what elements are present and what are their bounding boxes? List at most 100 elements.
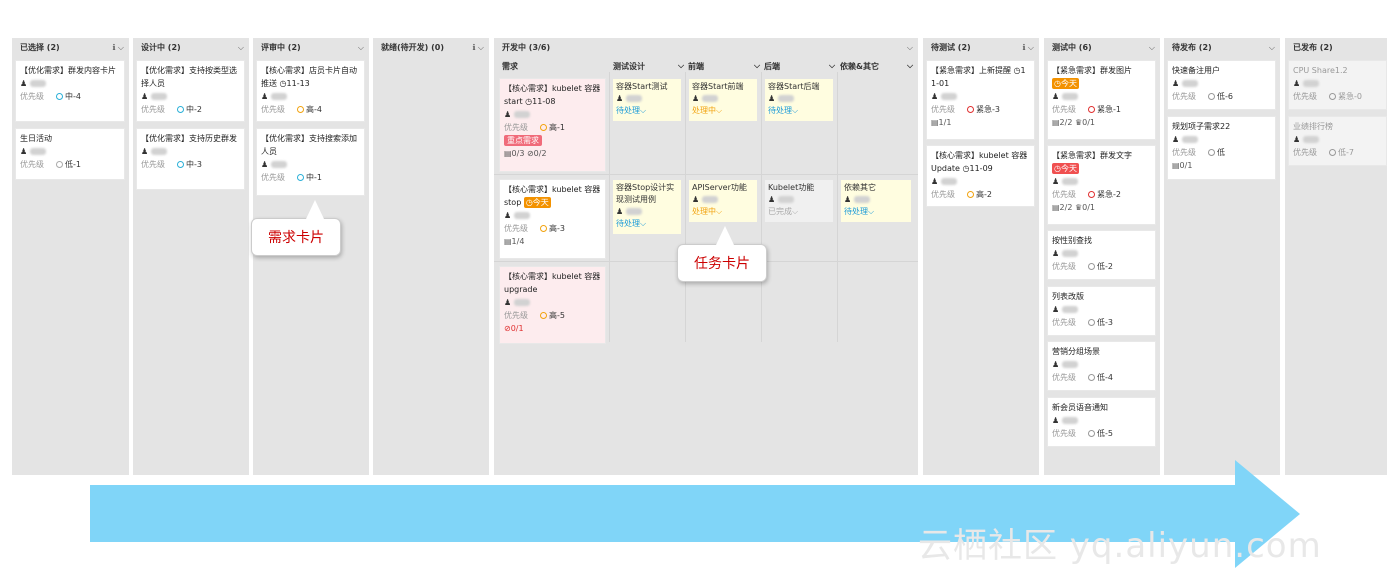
column-header[interactable]: 评审中 (2) ⌵ <box>253 38 369 58</box>
swimlane-divider <box>761 72 762 342</box>
person-icon: ♟ <box>141 145 240 158</box>
chevron-down-icon[interactable]: ⌵ <box>678 61 684 71</box>
subtask-count: ▤0/1 <box>1172 161 1193 170</box>
person-icon: ♟ <box>692 194 754 206</box>
requirement-card[interactable]: 【优化需求】群发内容卡片 ♟ 优先级 中-4 <box>15 60 125 122</box>
task-card[interactable]: 容器Start前端 ♟ 处理中⌵ <box>689 79 757 121</box>
callout-task-card: 任务卡片 <box>677 244 767 282</box>
person-icon: ♟ <box>931 90 1030 103</box>
chevron-down-icon[interactable]: ⌵ <box>754 61 760 71</box>
chevron-down-icon[interactable]: ⌵ <box>1269 38 1275 58</box>
swimlane-divider <box>609 72 610 342</box>
requirement-card[interactable]: 【优化需求】支持按类型选择人员 ♟ 优先级 中-2 <box>136 60 245 122</box>
task-card[interactable]: 容器Stop设计实现测试用例 ♟ 待处理⌵ <box>613 180 681 234</box>
requirement-card[interactable]: 【紧急需求】群发文字 ◷今天 ♟ 优先级 紧急-2 ▤2/2 ♛0/1 <box>1047 145 1156 225</box>
person-icon: ♟ <box>1052 358 1151 371</box>
column-designing: 设计中 (2) ⌵ 【优化需求】支持按类型选择人员 ♟ 优先级 中-2 【优化需求】… <box>133 38 249 475</box>
task-card[interactable]: 容器Start测试 ♟ 待处理⌵ <box>613 79 681 121</box>
task-card[interactable]: 依赖其它 ♟ 待处理⌵ <box>841 180 911 222</box>
requirement-card[interactable]: 【核心需求】店员卡片自动推送 ◷11-13 ♟ 优先级 高-4 <box>256 60 365 122</box>
person-icon: ♟ <box>768 93 830 105</box>
subtask-count: ▤2/2 ♛0/1 <box>1052 203 1096 212</box>
person-icon: ♟ <box>768 194 830 206</box>
swimlane-divider <box>494 174 918 175</box>
column-menu-icon[interactable]: ℹ ⌵ <box>112 38 124 58</box>
watermark: 云栖社区 yq.aliyun.com <box>918 526 1322 566</box>
swimlane-divider <box>837 72 838 342</box>
chevron-down-icon[interactable]: ⌵ <box>829 61 835 71</box>
callout-pointer <box>306 200 324 219</box>
person-icon: ♟ <box>1172 77 1271 90</box>
column-released: 已发布 (2) CPU Share1.2 ♟ 优先级 紧急-0 业绩排行榜 ♟ 优… <box>1285 38 1387 475</box>
requirement-card[interactable]: 快速备注用户 ♟ 优先级 低-6 <box>1167 60 1276 110</box>
subtask-count: ▤0/3 ⊘0/2 <box>504 149 547 158</box>
requirement-card[interactable]: 列表改版 ♟ 优先级 低-3 <box>1047 286 1156 336</box>
column-menu-icon[interactable]: ℹ ⌵ <box>472 38 484 58</box>
person-icon: ♟ <box>1172 133 1271 146</box>
due-today-badge: ◷今天 <box>1052 163 1079 174</box>
requirement-card[interactable]: 【优化需求】支持历史群发 ♟ 优先级 中-3 <box>136 128 245 190</box>
task-status-dropdown[interactable]: 待处理⌵ <box>616 105 678 117</box>
requirement-card[interactable]: 【优化需求】支持搜索添加人员 ♟ 优先级 中-1 <box>256 128 365 196</box>
column-header[interactable]: 开发中 (3/6) ⌵ <box>494 38 918 58</box>
chevron-down-icon[interactable]: ⌵ <box>907 61 913 71</box>
requirement-card[interactable]: 生日活动 ♟ 优先级 低-1 <box>15 128 125 180</box>
column-testing: 测试中 (6) ⌵ 【紧急需求】群发图片 ◷今天 ♟ 优先级 紧急-1 ▤2/2 ♛… <box>1044 38 1160 475</box>
person-icon: ♟ <box>1052 247 1151 260</box>
task-card[interactable]: 容器Start后端 ♟ 待处理⌵ <box>765 79 833 121</box>
column-to-release: 待发布 (2) ⌵ 快速备注用户 ♟ 优先级 低-6 规划项子需求22 ♟ 优先级低… <box>1164 38 1280 475</box>
person-icon: ♟ <box>504 296 601 309</box>
requirement-card[interactable]: 营销分组场景 ♟ 优先级 低-4 <box>1047 341 1156 391</box>
person-icon: ♟ <box>1052 303 1151 316</box>
requirement-card[interactable]: 【核心需求】kubelet 容器stop ◷今天 ♟ 优先级 高-3 ▤1/4 <box>499 179 606 259</box>
swimlane-header-backend: 后端 <box>764 62 780 71</box>
column-header[interactable]: 已选择 (2) ℹ ⌵ <box>12 38 129 58</box>
column-header[interactable]: 已发布 (2) <box>1285 38 1387 58</box>
person-icon: ♟ <box>20 77 120 90</box>
due-today-badge: ◷今天 <box>523 197 551 208</box>
person-icon: ♟ <box>1052 90 1151 103</box>
requirement-card[interactable]: 【核心需求】kubelet 容器Update ◷11-09 ♟ 优先级 高-2 <box>926 145 1035 207</box>
person-icon: ♟ <box>141 90 240 103</box>
column-header[interactable]: 待测试 (2) ℹ ⌵ <box>923 38 1039 58</box>
column-header[interactable]: 待发布 (2) ⌵ <box>1164 38 1280 58</box>
person-icon: ♟ <box>504 108 601 121</box>
chevron-down-icon[interactable]: ⌵ <box>907 38 913 58</box>
task-status-dropdown[interactable]: 待处理⌵ <box>844 206 908 218</box>
requirement-card[interactable]: 按性别查找 ♟ 优先级 低-2 <box>1047 230 1156 280</box>
chevron-down-icon[interactable]: ⌵ <box>1149 38 1155 58</box>
chevron-down-icon[interactable]: ⌵ <box>358 38 364 58</box>
due-today-badge: ◷今天 <box>1052 78 1079 89</box>
requirement-card[interactable]: 【紧急需求】上新提醒 ◷11-01 ♟ 优先级 紧急-3 ▤1/1 <box>926 60 1035 140</box>
swimlane-header-dependency: 依赖&其它 <box>840 62 879 71</box>
task-card[interactable]: Kubelet功能 ♟ 已完成⌵ <box>765 180 833 222</box>
requirement-card[interactable]: 【核心需求】kubelet 容器upgrade ♟ 优先级 高-5 ⊘0/1 <box>499 266 606 344</box>
person-icon: ♟ <box>1293 133 1382 146</box>
person-icon: ♟ <box>1052 414 1151 427</box>
person-icon: ♟ <box>692 93 754 105</box>
subtask-count: ▤1/4 <box>504 237 525 246</box>
task-status-dropdown[interactable]: 处理中⌵ <box>692 206 754 218</box>
task-status-dropdown[interactable]: 已完成⌵ <box>768 206 830 218</box>
requirement-card[interactable]: 新会员语音通知 ♟ 优先级 低-5 <box>1047 397 1156 447</box>
requirement-card[interactable]: CPU Share1.2 ♟ 优先级 紧急-0 <box>1288 60 1387 110</box>
column-menu-icon[interactable]: ℹ ⌵ <box>1022 38 1034 58</box>
task-status-dropdown[interactable]: 待处理⌵ <box>768 105 830 117</box>
column-header[interactable]: 测试中 (6) ⌵ <box>1044 38 1160 58</box>
task-status-dropdown[interactable]: 待处理⌵ <box>616 218 678 230</box>
task-card[interactable]: APIServer功能 ♟ 处理中⌵ <box>689 180 757 222</box>
swimlane-header-requirement: 需求 <box>502 62 518 71</box>
requirement-card[interactable]: 【紧急需求】群发图片 ◷今天 ♟ 优先级 紧急-1 ▤2/2 ♛0/1 <box>1047 60 1156 140</box>
requirement-card[interactable]: 业绩排行榜 ♟ 优先级 低-7 <box>1288 116 1387 166</box>
chevron-down-icon[interactable]: ⌵ <box>238 38 244 58</box>
person-icon: ♟ <box>504 209 601 222</box>
subtask-count: ▤1/1 <box>931 118 952 127</box>
requirement-card[interactable]: 规划项子需求22 ♟ 优先级低 ▤0/1 <box>1167 116 1276 180</box>
column-header[interactable]: 就绪(待开发) (0) ℹ ⌵ <box>373 38 489 58</box>
person-icon: ♟ <box>616 93 678 105</box>
person-icon: ♟ <box>1052 175 1151 188</box>
column-header[interactable]: 设计中 (2) ⌵ <box>133 38 249 58</box>
task-status-dropdown[interactable]: 处理中⌵ <box>692 105 754 117</box>
callout-pointer <box>716 226 734 245</box>
requirement-card[interactable]: 【核心需求】kubelet 容器start ◷11-08 ♟ 优先级 高-1 重点… <box>499 78 606 172</box>
